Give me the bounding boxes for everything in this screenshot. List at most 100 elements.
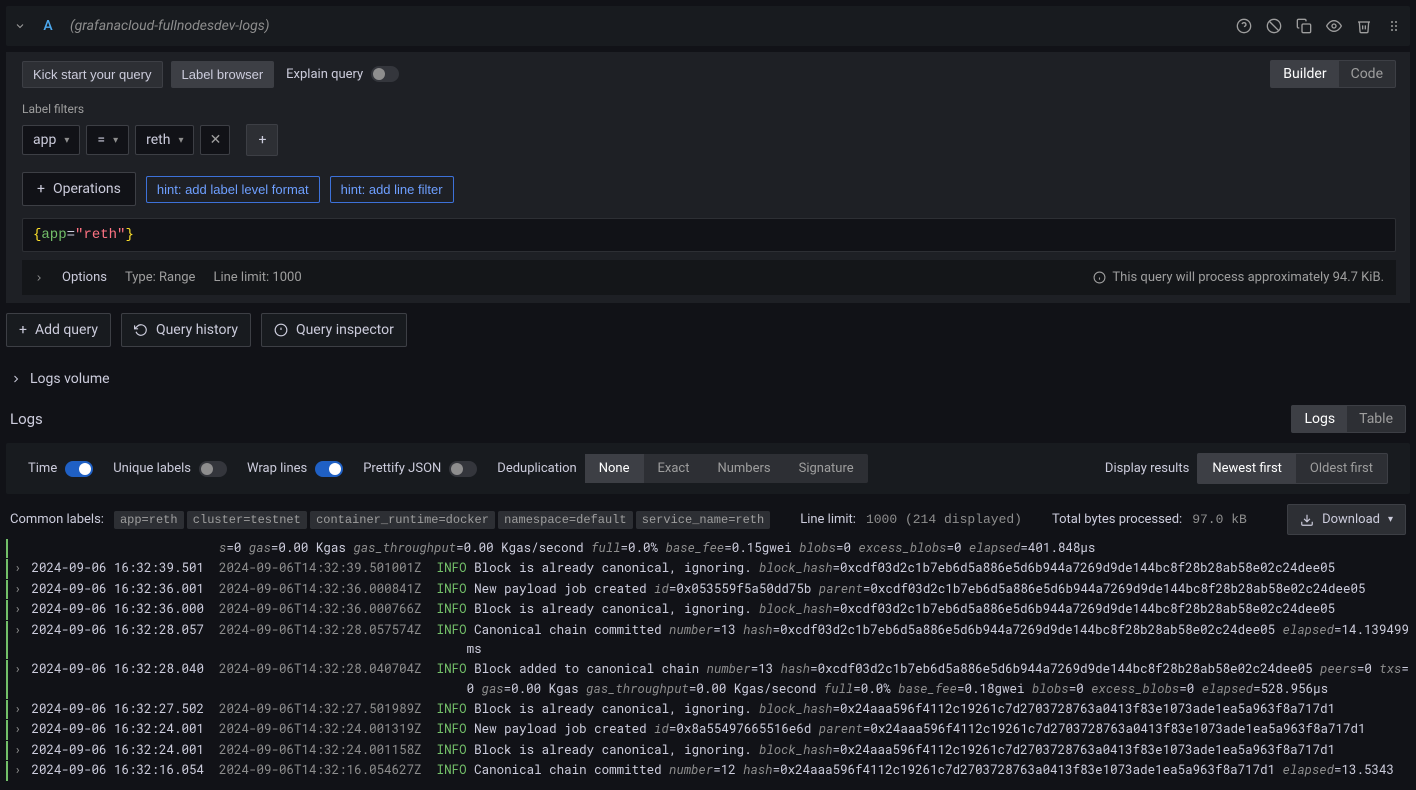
filter-value-select[interactable]: reth ▾ [135, 125, 194, 155]
expand-chevron-icon[interactable]: › [14, 559, 24, 578]
log-message: Block is already canonical, ignoring. bl… [467, 700, 1336, 719]
expand-chevron-icon[interactable]: › [14, 761, 24, 780]
log-message: Block is already canonical, ignoring. bl… [467, 600, 1336, 619]
filter-key-select[interactable]: app ▾ [22, 125, 80, 155]
log-message: New payload job created id=0x053559f5a50… [467, 580, 1366, 599]
chevron-down-icon: ▾ [1388, 514, 1393, 525]
common-label-tag[interactable]: service_name=reth [636, 511, 770, 529]
common-label-tag[interactable]: app=reth [114, 511, 184, 529]
log-message: Block added to canonical chain number=13… [467, 660, 1410, 699]
log-line[interactable]: › 2024-09-06 16:32:27.502 2024-09-06T14:… [6, 700, 1410, 719]
logs-view-tab[interactable]: Logs [1292, 406, 1347, 432]
logs-title: Logs [10, 410, 43, 428]
dedup-signature[interactable]: Signature [785, 454, 868, 483]
prettify-json-toggle[interactable]: Prettify JSON [363, 461, 477, 477]
chevron-down-icon: ▾ [113, 135, 118, 146]
log-line[interactable]: › 2024-09-06 16:32:36.001 2024-09-06T14:… [6, 580, 1410, 599]
logs-header: Logs Logs Table [0, 401, 1416, 437]
label-browser-button[interactable]: Label browser [171, 61, 275, 88]
hint-line-button[interactable]: hint: add line filter [330, 176, 454, 203]
log-timestamp: 2024-09-06 16:32:36.001 [24, 580, 219, 599]
time-toggle[interactable]: Time [28, 461, 93, 477]
query-expression[interactable]: {app="reth"} [22, 218, 1396, 252]
collapse-chevron-icon[interactable] [14, 20, 26, 32]
kick-start-button[interactable]: Kick start your query [22, 61, 163, 88]
toggle-icon[interactable] [65, 461, 93, 477]
label-filters-title: Label filters [22, 102, 1396, 116]
query-history-button[interactable]: Query history [121, 313, 251, 347]
drag-icon[interactable] [1386, 18, 1402, 34]
log-message: New payload job created id=0x8a554976655… [467, 720, 1366, 739]
log-level: INFO [437, 700, 467, 719]
common-label-tag[interactable]: container_runtime=docker [310, 511, 495, 529]
log-line[interactable]: › 2024-09-06 16:32:24.001 2024-09-06T14:… [6, 741, 1410, 760]
toggle-icon[interactable] [199, 461, 227, 477]
options-line-limit: Line limit: 1000 [213, 270, 301, 285]
common-label-tag[interactable]: namespace=default [498, 511, 632, 529]
toggle-icon[interactable] [371, 66, 399, 82]
log-timestamp: 2024-09-06 16:32:39.501 [24, 559, 219, 578]
action-row: + Add query Query history Query inspecto… [0, 303, 1416, 357]
expand-chevron-icon[interactable]: › [14, 660, 24, 679]
log-line[interactable]: › 2024-09-06 16:32:24.001 2024-09-06T14:… [6, 720, 1410, 739]
line-limit-label: Line limit: [800, 512, 856, 527]
common-label-tag[interactable]: cluster=testnet [187, 511, 307, 529]
builder-tab[interactable]: Builder [1271, 61, 1338, 87]
options-chevron-icon[interactable] [34, 273, 44, 283]
toggle-icon[interactable] [315, 461, 343, 477]
chevron-right-icon [10, 373, 22, 385]
log-level: INFO [437, 600, 467, 619]
log-line[interactable]: › 2024-09-06 16:32:16.054 2024-09-06T14:… [6, 761, 1410, 780]
dedup-control: Deduplication None Exact Numbers Signatu… [497, 454, 867, 483]
log-line[interactable]: › 2024-09-06 16:32:28.057 2024-09-06T14:… [6, 621, 1410, 660]
options-label[interactable]: Options [62, 270, 107, 285]
hint-level-button[interactable]: hint: add label level format [146, 176, 320, 203]
add-filter-button[interactable]: + [246, 124, 278, 156]
add-query-button[interactable]: + Add query [6, 313, 111, 347]
log-timestamp-iso: 2024-09-06T14:32:39.501001Z [219, 559, 437, 578]
log-line[interactable]: 2024-09-06 16:32:39.501 s=0 gas=0.00 Kga… [6, 539, 1410, 558]
unique-labels-toggle[interactable]: Unique labels [113, 461, 227, 477]
log-timestamp: 2024-09-06 16:32:24.001 [24, 741, 219, 760]
filter-op-select[interactable]: = ▾ [86, 125, 129, 155]
log-line[interactable]: › 2024-09-06 16:32:28.040 2024-09-06T14:… [6, 660, 1410, 699]
history-icon [134, 323, 148, 337]
copy-icon[interactable] [1296, 18, 1312, 34]
expand-chevron-icon[interactable]: › [14, 700, 24, 719]
log-line[interactable]: › 2024-09-06 16:32:39.501 2024-09-06T14:… [6, 559, 1410, 578]
expand-chevron-icon[interactable]: › [14, 600, 24, 619]
oldest-first[interactable]: Oldest first [1296, 454, 1387, 483]
dedup-exact[interactable]: Exact [644, 454, 704, 483]
log-timestamp: 2024-09-06 16:32:24.001 [24, 720, 219, 739]
download-button[interactable]: Download ▾ [1287, 504, 1406, 535]
log-line[interactable]: › 2024-09-06 16:32:36.000 2024-09-06T14:… [6, 600, 1410, 619]
operations-button[interactable]: + Operations [22, 172, 136, 206]
dedup-none[interactable]: None [585, 454, 644, 483]
explain-query-toggle[interactable]: Explain query [286, 66, 399, 82]
expand-chevron-icon[interactable]: › [14, 720, 24, 739]
help-icon[interactable] [1236, 18, 1252, 34]
log-message: Block is already canonical, ignoring. bl… [467, 559, 1336, 578]
newest-first[interactable]: Newest first [1198, 454, 1296, 483]
remove-filter-button[interactable]: ✕ [200, 125, 230, 155]
common-labels-label: Common labels: [10, 512, 104, 527]
expand-chevron-icon[interactable]: › [14, 580, 24, 599]
datasource-name: (grafanacloud-fullnodesdev-logs) [70, 18, 269, 34]
wrap-lines-toggle[interactable]: Wrap lines [247, 461, 343, 477]
table-view-tab[interactable]: Table [1347, 406, 1405, 432]
log-level: INFO [437, 720, 467, 739]
disable-icon[interactable] [1266, 18, 1282, 34]
query-inspector-button[interactable]: Query inspector [261, 313, 407, 347]
trash-icon[interactable] [1356, 18, 1372, 34]
options-row: Options Type: Range Line limit: 1000 Thi… [22, 260, 1396, 295]
expand-chevron-icon[interactable]: › [14, 741, 24, 760]
line-limit-value: 1000 (214 displayed) [866, 512, 1022, 527]
code-tab[interactable]: Code [1339, 61, 1395, 87]
logs-volume-toggle[interactable]: Logs volume [0, 357, 1416, 401]
expand-chevron-icon[interactable]: › [14, 621, 24, 640]
toggle-icon[interactable] [449, 461, 477, 477]
eye-icon[interactable] [1326, 18, 1342, 34]
dedup-numbers[interactable]: Numbers [703, 454, 784, 483]
log-timestamp-iso: 2024-09-06T14:32:28.057574Z [219, 621, 437, 640]
common-labels-row: Common labels: app=reth cluster=testnet … [0, 500, 1416, 539]
